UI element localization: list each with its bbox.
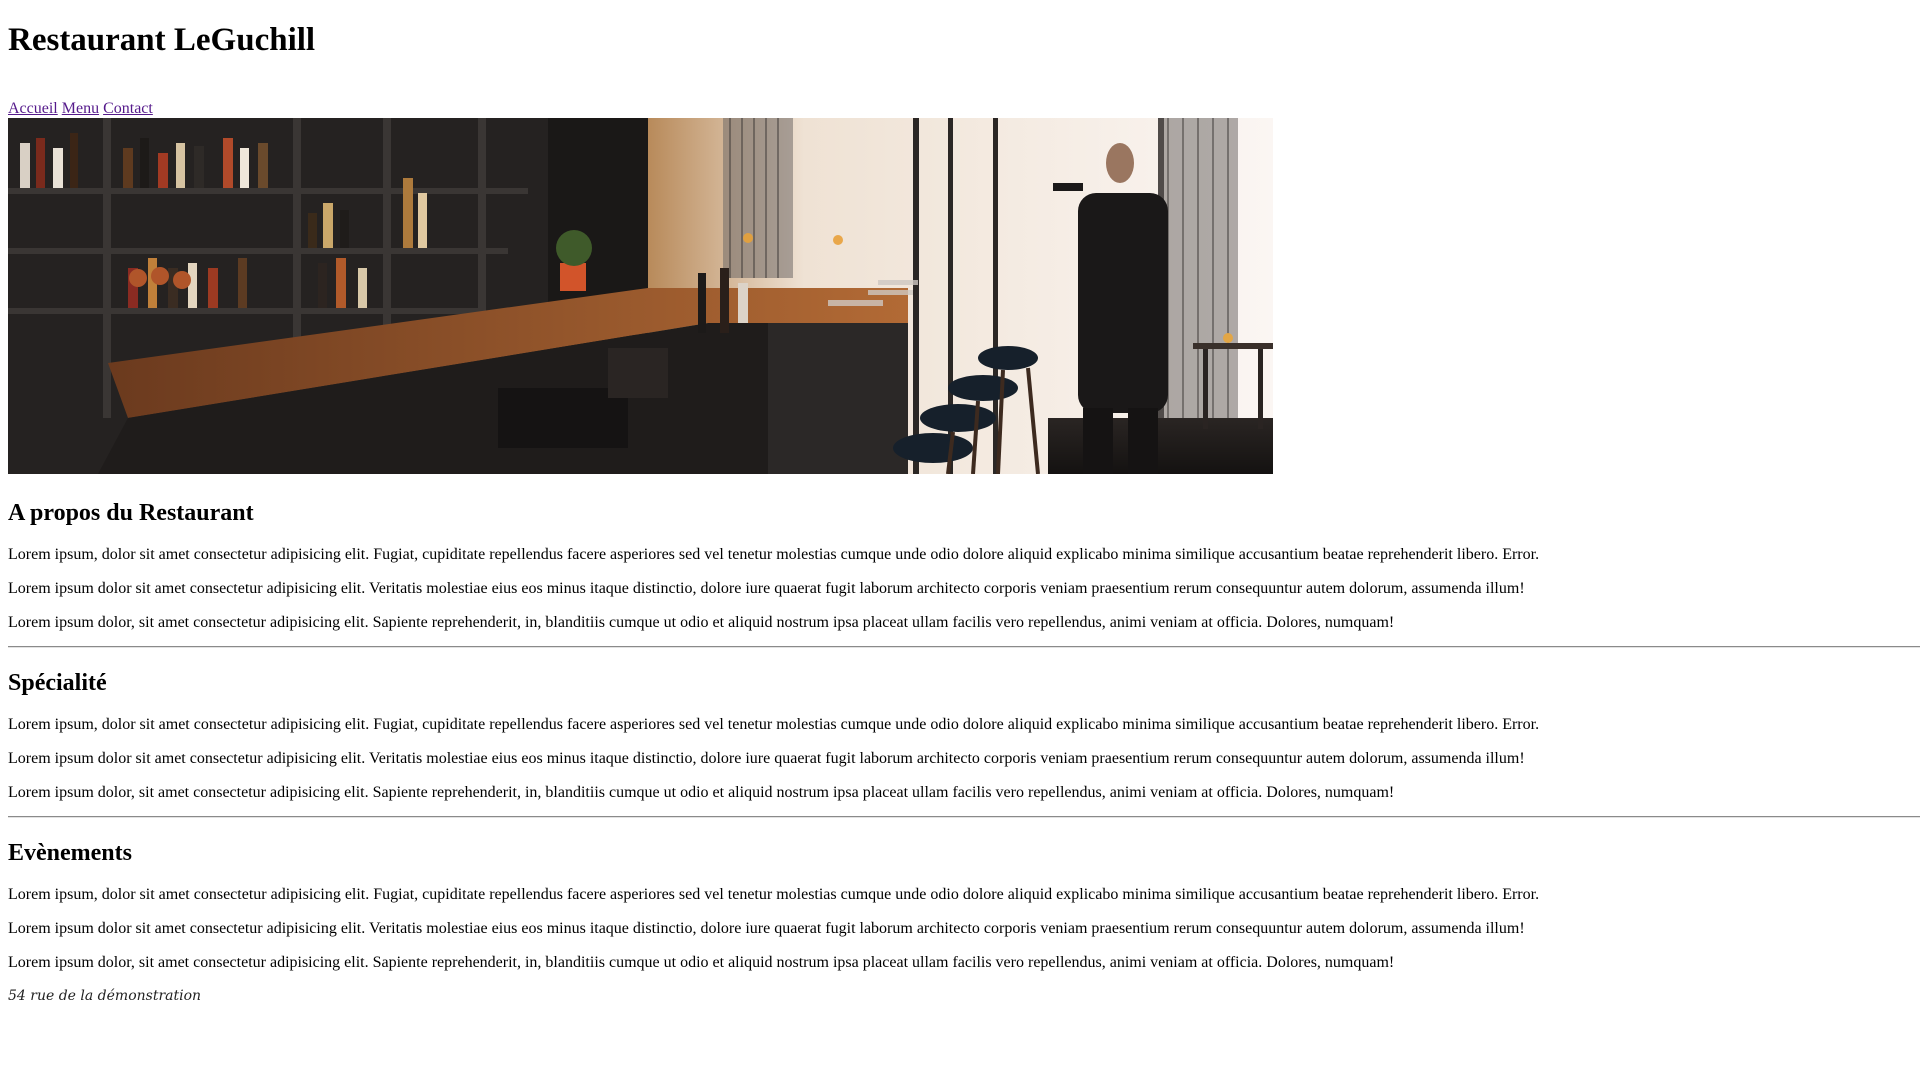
section-paragraph: Lorem ipsum dolor sit amet consectetur a… <box>8 580 1525 597</box>
section-paragraph: Lorem ipsum, dolor sit amet consectetur … <box>8 546 1540 563</box>
section-paragraph: Lorem ipsum dolor, sit amet consectetur … <box>8 784 1395 801</box>
section-paragraph: Lorem ipsum dolor, sit amet consectetur … <box>8 614 1395 631</box>
section-evenements: Evènements Lorem ipsum, dolor sit amet c… <box>8 839 1912 972</box>
section-a-propos: A propos du Restaurant Lorem ipsum, dolo… <box>8 499 1912 632</box>
section-title: Evènements <box>8 840 132 866</box>
section-paragraph: Lorem ipsum dolor sit amet consectetur a… <box>8 920 1525 937</box>
hero-image <box>8 118 1273 474</box>
section-paragraph: Lorem ipsum dolor sit amet consectetur a… <box>8 750 1525 767</box>
section-title: Spécialité <box>8 670 107 696</box>
nav-link-contact[interactable]: Contact <box>103 100 153 117</box>
section-divider <box>8 816 1920 818</box>
section-divider <box>8 646 1920 648</box>
section-paragraph: Lorem ipsum, dolor sit amet consectetur … <box>8 886 1540 903</box>
section-title: A propos du Restaurant <box>8 500 254 526</box>
site-title: Restaurant LeGuchill <box>8 22 316 58</box>
section-paragraph: Lorem ipsum, dolor sit amet consectetur … <box>8 716 1540 733</box>
nav-link-accueil[interactable]: Accueil <box>8 100 58 117</box>
footer-address: 54 rue de la démonstration <box>8 988 202 1004</box>
section-paragraph: Lorem ipsum dolor, sit amet consectetur … <box>8 954 1395 971</box>
page: Restaurant LeGuchill Accueil Menu Contac… <box>0 0 1920 1004</box>
nav-link-menu[interactable]: Menu <box>62 100 99 117</box>
main-nav: Accueil Menu Contact <box>8 100 1912 118</box>
section-specialite: Spécialité Lorem ipsum, dolor sit amet c… <box>8 669 1912 802</box>
